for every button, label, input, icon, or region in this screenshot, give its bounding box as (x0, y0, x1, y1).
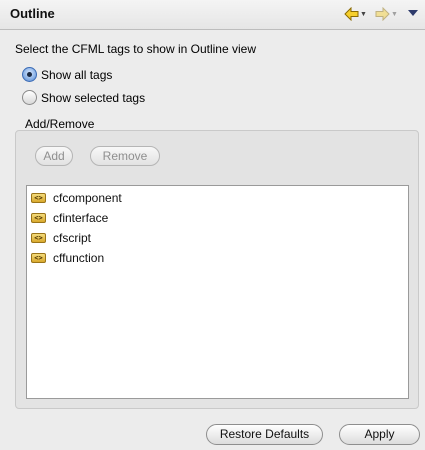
back-dropdown-icon[interactable]: ▼ (360, 11, 367, 18)
forward-button[interactable]: ▼ (375, 6, 398, 22)
radio-label: Show all tags (41, 67, 113, 82)
radio-button[interactable] (22, 67, 37, 82)
list-item[interactable]: <> cffunction (31, 250, 104, 266)
list-item[interactable]: <> cfscript (31, 230, 91, 246)
arrow-left-icon (344, 7, 359, 21)
list-item[interactable]: <> cfcomponent (31, 190, 122, 206)
tag-icon: <> (31, 213, 46, 223)
arrow-right-icon (375, 7, 390, 21)
apply-button[interactable]: Apply (339, 424, 420, 445)
list-item-label: cfscript (53, 231, 92, 245)
remove-button[interactable]: Remove (90, 146, 160, 166)
outline-header: Outline ▼ ▼ (0, 0, 425, 30)
restore-defaults-button[interactable]: Restore Defaults (206, 424, 323, 445)
add-button[interactable]: Add (35, 146, 73, 166)
radio-button[interactable] (22, 90, 37, 105)
view-menu-icon[interactable] (408, 10, 418, 16)
show-selected-tags-radio[interactable]: Show selected tags (22, 90, 145, 105)
description-text: Select the CFML tags to show in Outline … (15, 42, 256, 56)
tag-icon: <> (31, 233, 46, 243)
group-label: Add/Remove (25, 117, 95, 131)
back-button[interactable]: ▼ (344, 6, 367, 22)
tag-icon: <> (31, 193, 46, 203)
forward-dropdown-icon[interactable]: ▼ (391, 11, 398, 18)
list-item-label: cfcomponent (53, 191, 122, 205)
list-item[interactable]: <> cfinterface (31, 210, 108, 226)
tag-list[interactable]: <> cfcomponent <> cfinterface <> cfscrip… (26, 185, 409, 399)
list-item-label: cffunction (53, 251, 105, 265)
show-all-tags-radio[interactable]: Show all tags (22, 67, 112, 82)
list-item-label: cfinterface (53, 211, 109, 225)
page-title: Outline (10, 6, 55, 21)
radio-label: Show selected tags (41, 90, 146, 105)
tag-icon: <> (31, 253, 46, 263)
